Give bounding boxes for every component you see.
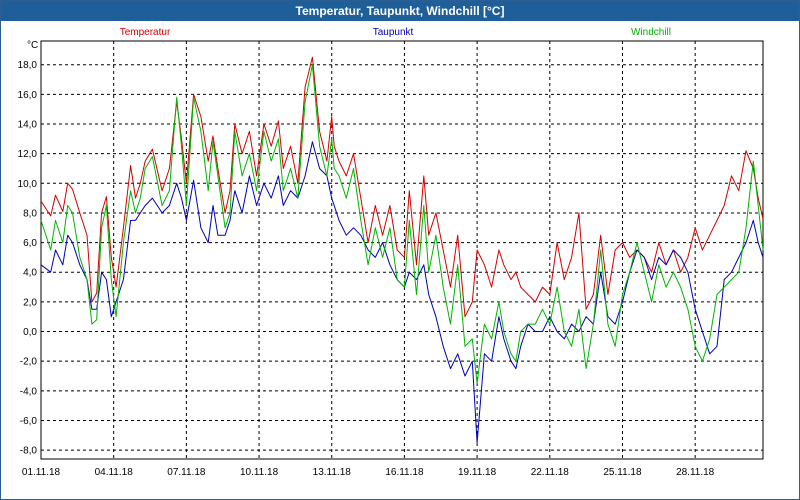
y-axis-label: °C [27, 40, 38, 51]
y-tick-label: -6,0 [20, 416, 38, 427]
y-tick-label: 0,0 [23, 327, 37, 338]
y-tick-label: -8,0 [20, 446, 38, 457]
plot-area [40, 40, 764, 460]
x-tick-label: 28.11.18 [676, 467, 715, 478]
legend: Temperatur Taupunkt Windchill [120, 27, 671, 38]
window-title: Temperatur, Taupunkt, Windchill [°C] [1, 1, 799, 21]
x-tick-label: 22.11.18 [531, 467, 570, 478]
x-axis-ticks: 01.11.18 04.11.18 07.11.18 10.11.18 13.11.18… [22, 467, 715, 478]
y-tick-label: 8,0 [23, 208, 37, 219]
x-tick-label: 04.11.18 [95, 467, 134, 478]
x-tick-label: 01.11.18 [22, 467, 61, 478]
y-tick-label: 2,0 [23, 297, 37, 308]
x-tick-label: 10.11.18 [240, 467, 279, 478]
y-tick-label: 18,0 [18, 60, 38, 71]
y-tick-label: 4,0 [23, 268, 37, 279]
legend-entry-temperatur: Temperatur [120, 27, 171, 38]
line-chart: 18,0 16,0 14,0 12,0 10,0 8,0 6,0 4,0 2,0 0,0 -2,0 -… [18, 27, 764, 478]
x-tick-label: 16.11.18 [385, 467, 424, 478]
y-tick-label: -2,0 [20, 357, 38, 368]
x-tick-label: 25.11.18 [603, 467, 642, 478]
y-tick-label: 6,0 [23, 238, 37, 249]
chart-window: Temperatur, Taupunkt, Windchill [°C] 18,… [0, 0, 800, 500]
legend-entry-windchill: Windchill [631, 27, 671, 38]
y-tick-label: 12,0 [18, 149, 38, 160]
legend-entry-taupunkt: Taupunkt [373, 27, 414, 38]
y-tick-label: -4,0 [20, 386, 38, 397]
x-tick-label: 07.11.18 [167, 467, 206, 478]
y-tick-label: 16,0 [18, 90, 38, 101]
y-tick-label: 10,0 [18, 179, 38, 190]
x-tick-label: 13.11.18 [313, 467, 352, 478]
y-tick-label: 14,0 [18, 120, 38, 131]
x-tick-label: 19.11.18 [458, 467, 497, 478]
y-axis-ticks: 18,0 16,0 14,0 12,0 10,0 8,0 6,0 4,0 2,0 0,0 -2,0 -… [18, 60, 38, 456]
